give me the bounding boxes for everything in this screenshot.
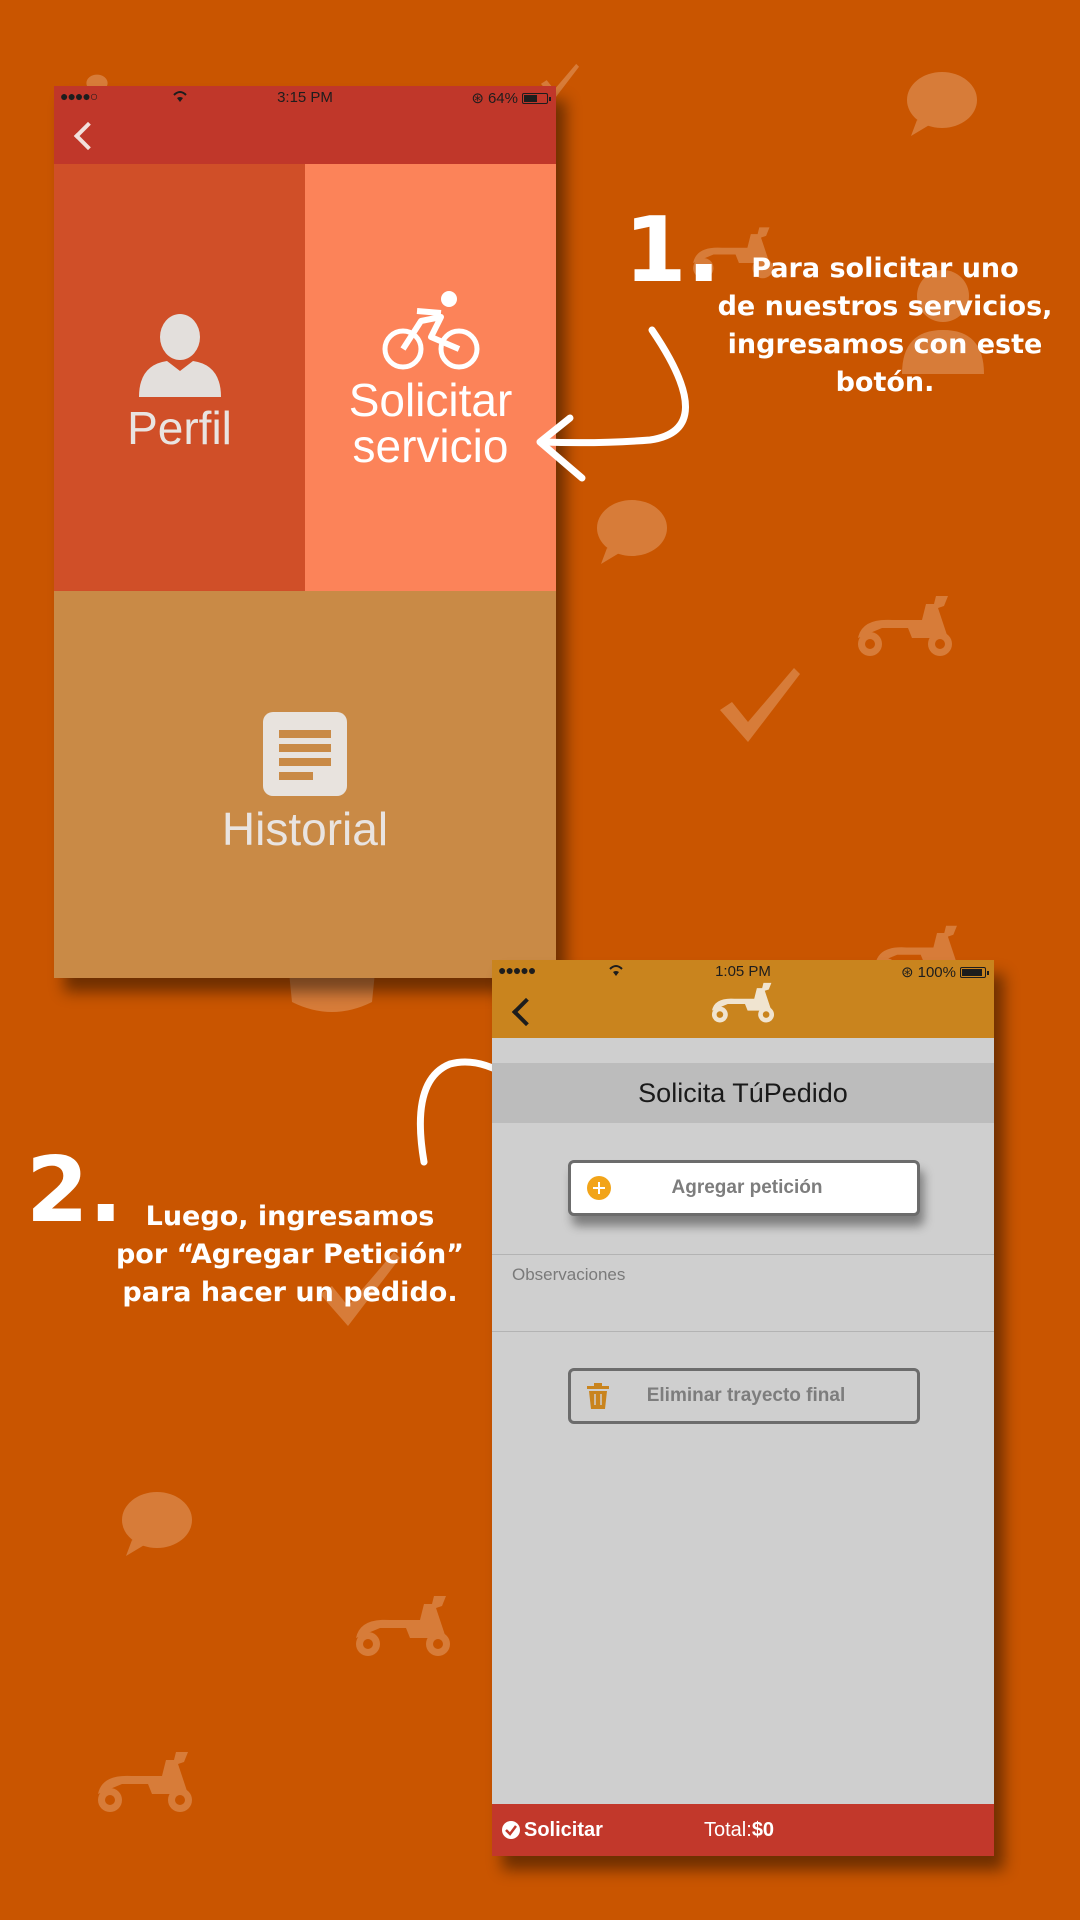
menu-screen: ●●●●○ 3:15 PM ⊛ 64% Perfil Solicitar ser…: [54, 86, 556, 978]
bicycle-icon: [382, 290, 479, 369]
step-2-line: para hacer un pedido.: [122, 1277, 458, 1308]
scooter-logo-icon: [711, 982, 775, 1023]
step-2-line: por “Agregar Petición”: [115, 1239, 464, 1270]
scooter-icon: [356, 1596, 450, 1656]
add-icon: [587, 1176, 611, 1200]
chat-bubble-icon: [907, 72, 977, 136]
footer-bar: Solicitar Total:$0: [492, 1804, 994, 1856]
page-title: Solicita TúPedido: [492, 1063, 994, 1123]
observations-field[interactable]: Observaciones: [492, 1255, 994, 1331]
step-1-line: botón.: [835, 367, 935, 398]
rotation-lock-icon: ⊛: [471, 90, 484, 107]
scooter-icon: [98, 1752, 192, 1812]
delete-final-route-label: Eliminar trayecto final: [646, 1385, 846, 1406]
delete-final-route-button[interactable]: Eliminar trayecto final: [568, 1368, 920, 1424]
trash-icon: [587, 1383, 609, 1409]
document-icon: [263, 711, 347, 796]
solicitar-label-line1: Solicitar: [348, 373, 513, 426]
step-2-text: Luego, ingresamos por “Agregar Petición”…: [100, 1198, 480, 1312]
tutorial-screen: { "colors": { "background": "#c95500", "…: [0, 0, 1080, 1920]
battery-percent: 100%: [917, 963, 956, 981]
arrow-1-icon: [536, 326, 689, 482]
step-1-line: ingresamos con este: [727, 329, 1043, 360]
person-icon: [138, 313, 221, 397]
step-1-line: de nuestros servicios,: [717, 291, 1053, 322]
add-request-label: Agregar petición: [671, 1177, 823, 1198]
scooter-icon: [858, 596, 952, 656]
battery-icon: [522, 92, 551, 104]
step-1-text: Para solicitar uno de nuestros servicios…: [690, 250, 1080, 402]
solicitar-servicio-tile[interactable]: Solicitar servicio: [305, 164, 556, 591]
add-request-button[interactable]: Agregar petición: [568, 1160, 920, 1216]
historial-tile[interactable]: Historial: [54, 591, 556, 978]
total-label: Total:$0: [704, 1819, 775, 1841]
battery-level: [524, 94, 537, 102]
perfil-tile[interactable]: Perfil: [54, 164, 305, 591]
divider: [492, 1331, 994, 1332]
status-bar: ●●●●○ 3:15 PM ⊛ 64%: [54, 86, 556, 110]
chat-bubble-icon: [122, 1492, 192, 1556]
observations-label: Observaciones: [512, 1265, 626, 1284]
historial-label: Historial: [221, 802, 389, 855]
step-1-line: Para solicitar uno: [751, 253, 1019, 284]
solicitar-label-line2: servicio: [352, 419, 509, 472]
check-circle-icon: [502, 1821, 520, 1839]
solicitar-label: Solicitar: [524, 1818, 603, 1841]
chat-bubble-icon: [597, 500, 667, 564]
solicitar-button[interactable]: Solicitar: [502, 1804, 603, 1856]
checkmark-icon: [720, 668, 800, 742]
battery-icon: [960, 966, 989, 978]
perfil-label: Perfil: [127, 401, 232, 454]
step-2-line: Luego, ingresamos: [145, 1201, 435, 1232]
battery-level: [962, 968, 982, 976]
battery-percent: 64%: [487, 89, 518, 107]
request-screen: ●●●●● 1:05 PM ⊛ 100% Solicita TúPedido A…: [492, 960, 994, 1856]
rotation-lock-icon: ⊛: [901, 964, 914, 981]
